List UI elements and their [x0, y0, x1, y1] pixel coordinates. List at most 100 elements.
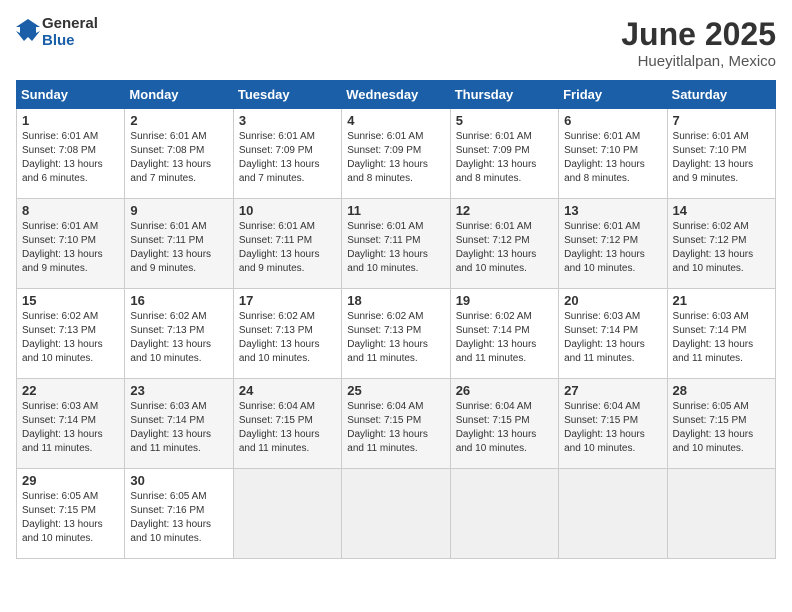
day-number: 30 — [130, 473, 227, 488]
day-number: 27 — [564, 383, 661, 398]
logo: General Blue — [16, 16, 98, 49]
calendar-cell — [559, 469, 667, 559]
day-info: Sunrise: 6:05 AM Sunset: 7:16 PM Dayligh… — [130, 491, 211, 544]
day-number: 25 — [347, 383, 444, 398]
calendar-cell: 2 Sunrise: 6:01 AM Sunset: 7:08 PM Dayli… — [125, 109, 233, 199]
day-number: 23 — [130, 383, 227, 398]
day-number: 6 — [564, 113, 661, 128]
calendar-cell: 15 Sunrise: 6:02 AM Sunset: 7:13 PM Dayl… — [17, 289, 125, 379]
day-number: 20 — [564, 293, 661, 308]
calendar-cell — [342, 469, 450, 559]
day-number: 3 — [239, 113, 336, 128]
calendar-cell: 12 Sunrise: 6:01 AM Sunset: 7:12 PM Dayl… — [450, 199, 558, 289]
day-info: Sunrise: 6:03 AM Sunset: 7:14 PM Dayligh… — [564, 311, 645, 364]
day-info: Sunrise: 6:02 AM Sunset: 7:14 PM Dayligh… — [456, 311, 537, 364]
calendar-cell: 24 Sunrise: 6:04 AM Sunset: 7:15 PM Dayl… — [233, 379, 341, 469]
calendar-cell — [233, 469, 341, 559]
day-info: Sunrise: 6:01 AM Sunset: 7:11 PM Dayligh… — [130, 221, 211, 274]
weekday-header-sunday: Sunday — [17, 81, 125, 109]
day-info: Sunrise: 6:04 AM Sunset: 7:15 PM Dayligh… — [347, 401, 428, 454]
calendar-cell: 7 Sunrise: 6:01 AM Sunset: 7:10 PM Dayli… — [667, 109, 775, 199]
day-number: 2 — [130, 113, 227, 128]
weekday-header-row: SundayMondayTuesdayWednesdayThursdayFrid… — [17, 81, 776, 109]
day-number: 15 — [22, 293, 119, 308]
day-number: 26 — [456, 383, 553, 398]
day-info: Sunrise: 6:04 AM Sunset: 7:15 PM Dayligh… — [239, 401, 320, 454]
day-number: 10 — [239, 203, 336, 218]
weekday-header-friday: Friday — [559, 81, 667, 109]
calendar-cell: 19 Sunrise: 6:02 AM Sunset: 7:14 PM Dayl… — [450, 289, 558, 379]
page-header: General Blue June 2025 Hueyitlalpan, Mex… — [16, 16, 776, 70]
calendar-cell: 5 Sunrise: 6:01 AM Sunset: 7:09 PM Dayli… — [450, 109, 558, 199]
calendar-cell: 21 Sunrise: 6:03 AM Sunset: 7:14 PM Dayl… — [667, 289, 775, 379]
day-number: 29 — [22, 473, 119, 488]
day-info: Sunrise: 6:05 AM Sunset: 7:15 PM Dayligh… — [673, 401, 754, 454]
day-info: Sunrise: 6:01 AM Sunset: 7:09 PM Dayligh… — [456, 131, 537, 184]
day-info: Sunrise: 6:05 AM Sunset: 7:15 PM Dayligh… — [22, 491, 103, 544]
weekday-header-wednesday: Wednesday — [342, 81, 450, 109]
day-number: 14 — [673, 203, 770, 218]
day-number: 17 — [239, 293, 336, 308]
calendar-week-row: 29 Sunrise: 6:05 AM Sunset: 7:15 PM Dayl… — [17, 469, 776, 559]
calendar-title: June 2025 — [621, 16, 776, 53]
day-info: Sunrise: 6:01 AM Sunset: 7:10 PM Dayligh… — [22, 221, 103, 274]
day-number: 24 — [239, 383, 336, 398]
calendar-cell: 29 Sunrise: 6:05 AM Sunset: 7:15 PM Dayl… — [17, 469, 125, 559]
calendar-week-row: 22 Sunrise: 6:03 AM Sunset: 7:14 PM Dayl… — [17, 379, 776, 469]
weekday-header-thursday: Thursday — [450, 81, 558, 109]
day-info: Sunrise: 6:02 AM Sunset: 7:13 PM Dayligh… — [347, 311, 428, 364]
day-number: 28 — [673, 383, 770, 398]
calendar-cell: 26 Sunrise: 6:04 AM Sunset: 7:15 PM Dayl… — [450, 379, 558, 469]
day-info: Sunrise: 6:01 AM Sunset: 7:08 PM Dayligh… — [22, 131, 103, 184]
calendar-cell: 27 Sunrise: 6:04 AM Sunset: 7:15 PM Dayl… — [559, 379, 667, 469]
day-info: Sunrise: 6:01 AM Sunset: 7:11 PM Dayligh… — [239, 221, 320, 274]
calendar-cell: 28 Sunrise: 6:05 AM Sunset: 7:15 PM Dayl… — [667, 379, 775, 469]
day-number: 19 — [456, 293, 553, 308]
day-info: Sunrise: 6:04 AM Sunset: 7:15 PM Dayligh… — [564, 401, 645, 454]
day-number: 7 — [673, 113, 770, 128]
day-number: 11 — [347, 203, 444, 218]
day-number: 5 — [456, 113, 553, 128]
logo-general-text: General — [42, 16, 98, 33]
day-info: Sunrise: 6:02 AM Sunset: 7:13 PM Dayligh… — [130, 311, 211, 364]
day-number: 1 — [22, 113, 119, 128]
calendar-cell: 3 Sunrise: 6:01 AM Sunset: 7:09 PM Dayli… — [233, 109, 341, 199]
weekday-header-tuesday: Tuesday — [233, 81, 341, 109]
calendar-cell: 13 Sunrise: 6:01 AM Sunset: 7:12 PM Dayl… — [559, 199, 667, 289]
day-info: Sunrise: 6:01 AM Sunset: 7:11 PM Dayligh… — [347, 221, 428, 274]
day-info: Sunrise: 6:02 AM Sunset: 7:12 PM Dayligh… — [673, 221, 754, 274]
logo-blue-text: Blue — [42, 33, 98, 50]
day-number: 12 — [456, 203, 553, 218]
calendar-cell: 9 Sunrise: 6:01 AM Sunset: 7:11 PM Dayli… — [125, 199, 233, 289]
weekday-header-monday: Monday — [125, 81, 233, 109]
day-info: Sunrise: 6:01 AM Sunset: 7:10 PM Dayligh… — [564, 131, 645, 184]
logo-bird-icon — [16, 17, 40, 49]
calendar-cell: 8 Sunrise: 6:01 AM Sunset: 7:10 PM Dayli… — [17, 199, 125, 289]
calendar-cell: 14 Sunrise: 6:02 AM Sunset: 7:12 PM Dayl… — [667, 199, 775, 289]
day-number: 22 — [22, 383, 119, 398]
calendar-cell: 10 Sunrise: 6:01 AM Sunset: 7:11 PM Dayl… — [233, 199, 341, 289]
day-info: Sunrise: 6:02 AM Sunset: 7:13 PM Dayligh… — [22, 311, 103, 364]
day-number: 18 — [347, 293, 444, 308]
day-info: Sunrise: 6:03 AM Sunset: 7:14 PM Dayligh… — [673, 311, 754, 364]
day-info: Sunrise: 6:03 AM Sunset: 7:14 PM Dayligh… — [130, 401, 211, 454]
calendar-cell: 16 Sunrise: 6:02 AM Sunset: 7:13 PM Dayl… — [125, 289, 233, 379]
day-number: 16 — [130, 293, 227, 308]
logo-container: General Blue — [16, 16, 98, 49]
calendar-subtitle: Hueyitlalpan, Mexico — [621, 53, 776, 70]
day-info: Sunrise: 6:04 AM Sunset: 7:15 PM Dayligh… — [456, 401, 537, 454]
calendar-week-row: 15 Sunrise: 6:02 AM Sunset: 7:13 PM Dayl… — [17, 289, 776, 379]
calendar-cell: 22 Sunrise: 6:03 AM Sunset: 7:14 PM Dayl… — [17, 379, 125, 469]
day-number: 9 — [130, 203, 227, 218]
day-number: 4 — [347, 113, 444, 128]
day-info: Sunrise: 6:01 AM Sunset: 7:12 PM Dayligh… — [456, 221, 537, 274]
calendar-cell: 17 Sunrise: 6:02 AM Sunset: 7:13 PM Dayl… — [233, 289, 341, 379]
calendar-week-row: 1 Sunrise: 6:01 AM Sunset: 7:08 PM Dayli… — [17, 109, 776, 199]
weekday-header-saturday: Saturday — [667, 81, 775, 109]
calendar-cell — [450, 469, 558, 559]
day-info: Sunrise: 6:03 AM Sunset: 7:14 PM Dayligh… — [22, 401, 103, 454]
calendar-cell: 25 Sunrise: 6:04 AM Sunset: 7:15 PM Dayl… — [342, 379, 450, 469]
calendar-cell: 11 Sunrise: 6:01 AM Sunset: 7:11 PM Dayl… — [342, 199, 450, 289]
day-info: Sunrise: 6:01 AM Sunset: 7:09 PM Dayligh… — [239, 131, 320, 184]
day-number: 8 — [22, 203, 119, 218]
